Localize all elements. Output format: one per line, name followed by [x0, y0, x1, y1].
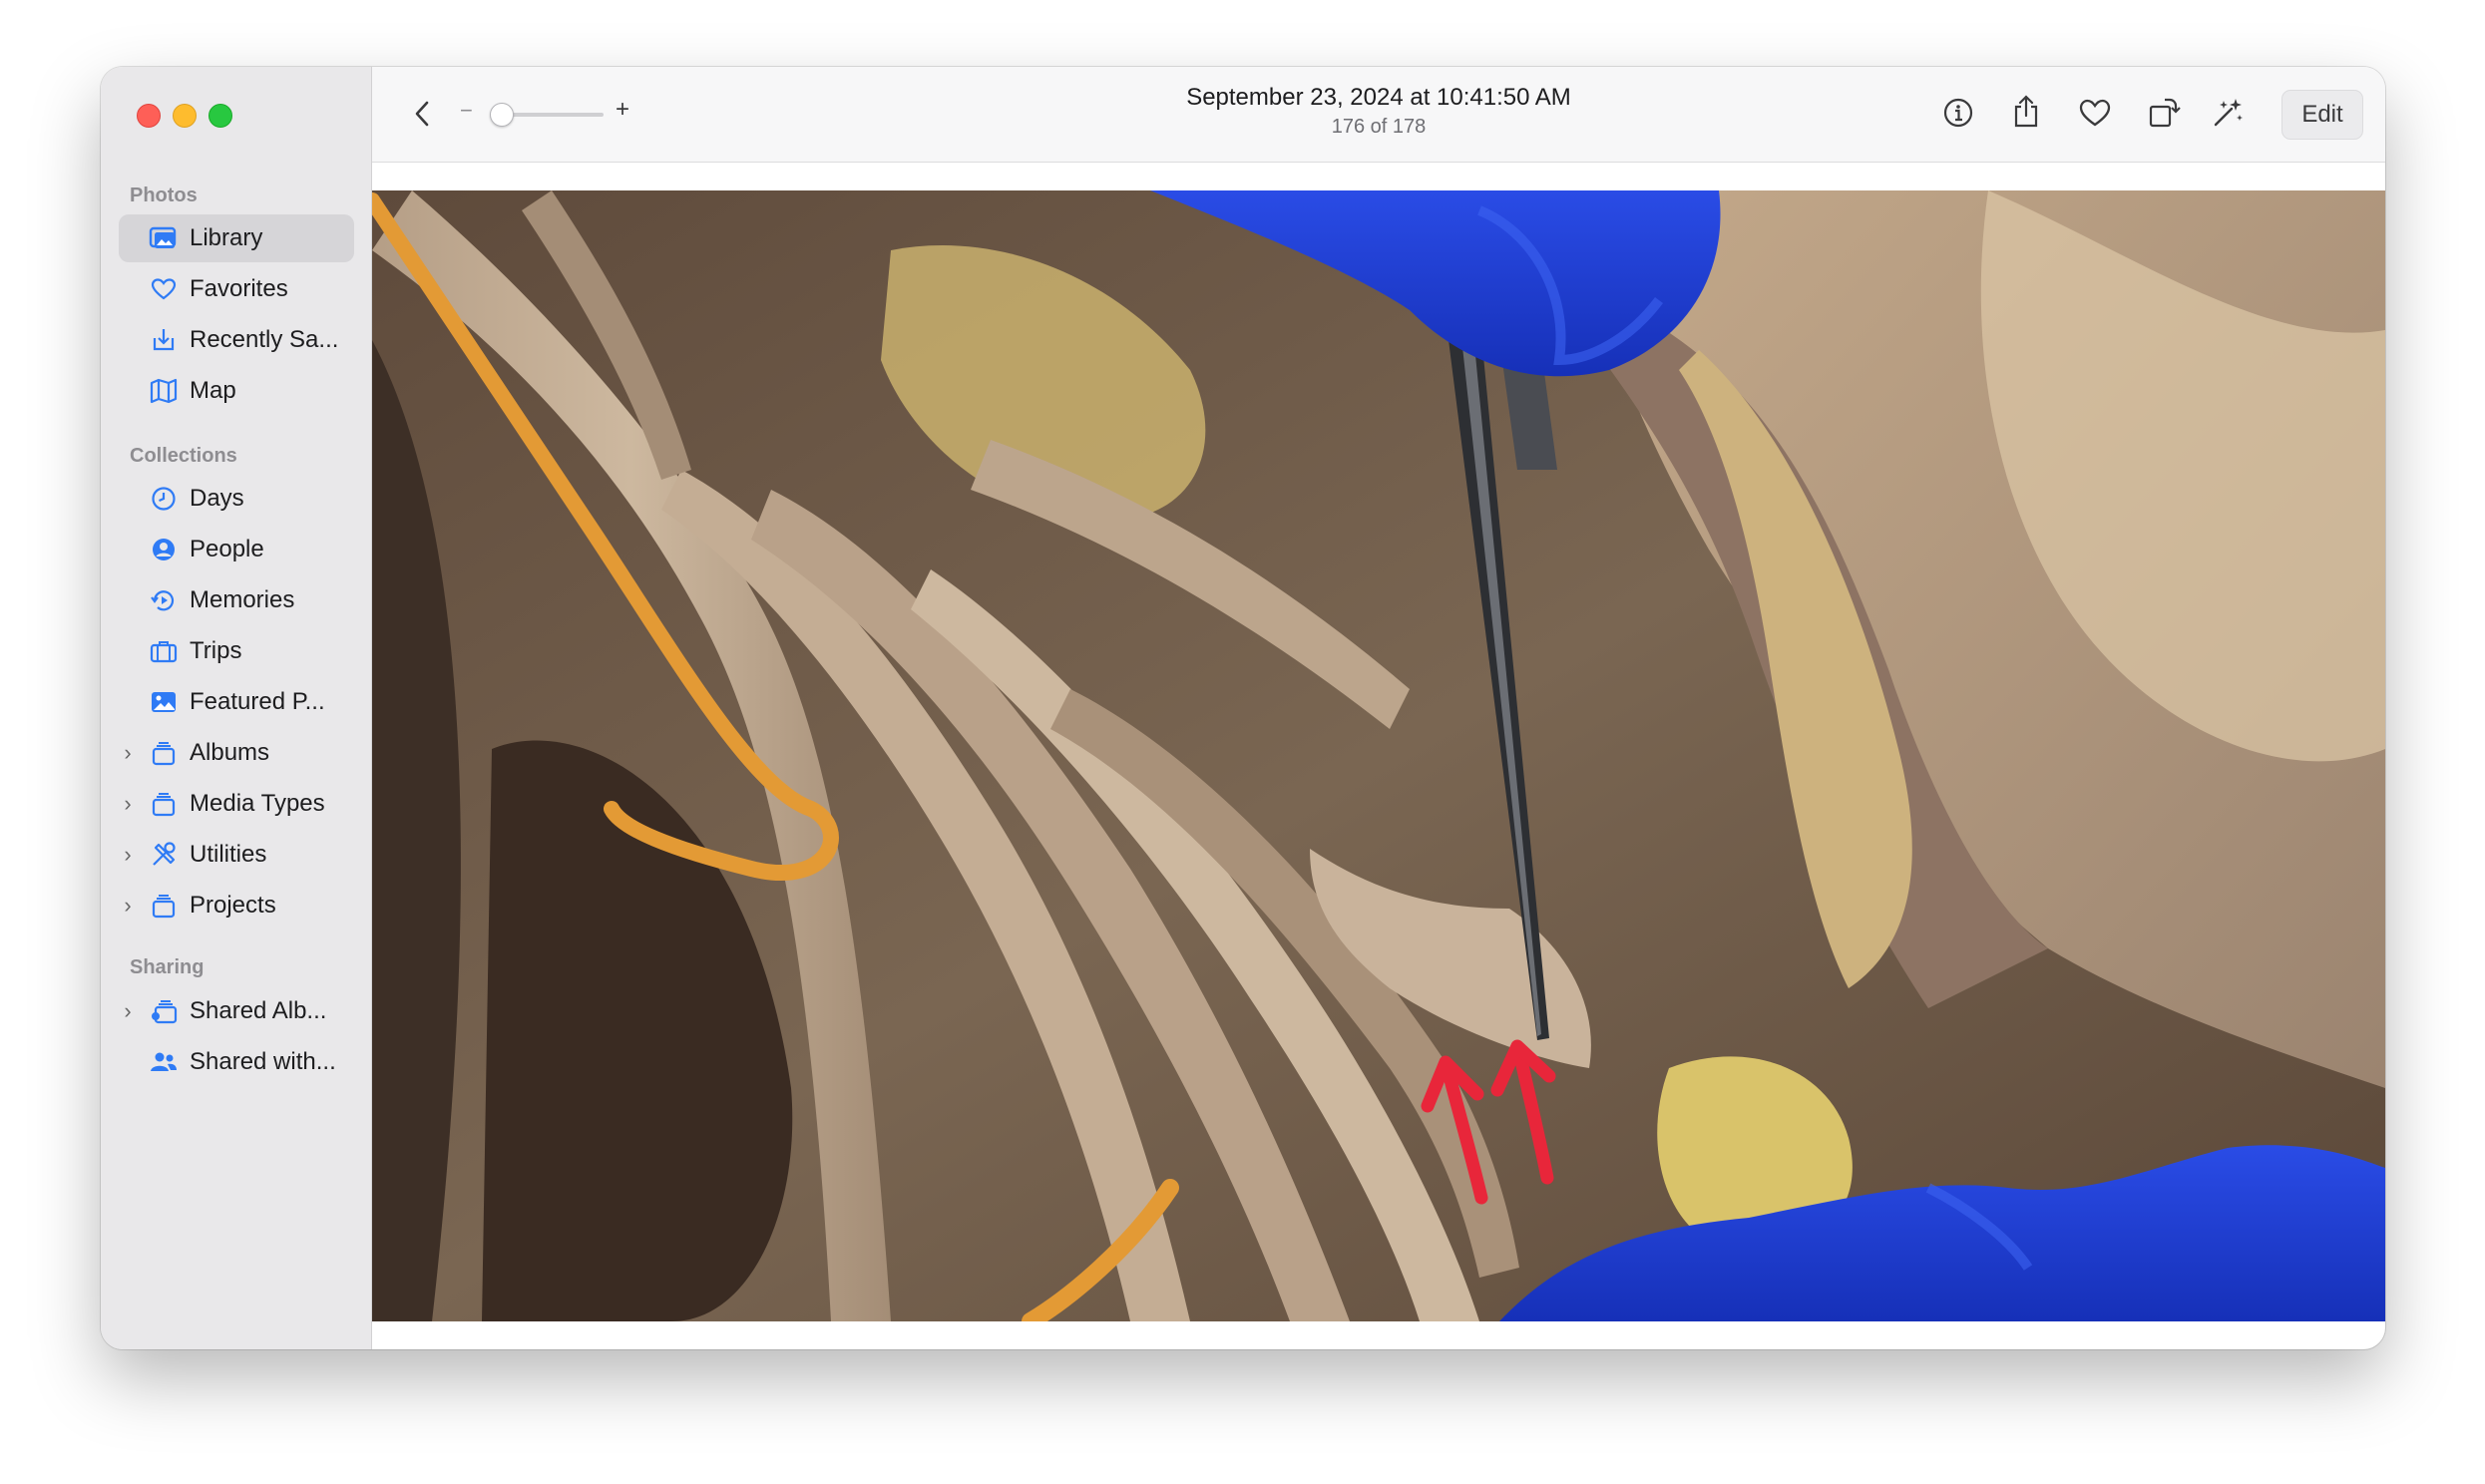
shared-album-icon	[149, 996, 179, 1026]
album-stack-icon	[149, 738, 179, 768]
magic-wand-icon	[2212, 95, 2246, 134]
memories-icon	[149, 585, 179, 615]
sidebar-item-days[interactable]: Days	[119, 475, 354, 523]
tools-icon	[149, 840, 179, 870]
sidebar-item-shared-with-you[interactable]: Shared with...	[119, 1038, 354, 1086]
featured-photo-icon	[149, 687, 179, 717]
photo-viewer[interactable]	[372, 190, 2385, 1321]
share-button[interactable]	[2005, 92, 2047, 136]
edit-button[interactable]: Edit	[2281, 90, 2363, 140]
sidebar-item-people[interactable]: People	[119, 526, 354, 573]
heart-icon	[149, 274, 179, 304]
sidebar-item-trips[interactable]: Trips	[119, 627, 354, 675]
sidebar-item-label: Trips	[190, 637, 242, 664]
section-header-photos: Photos	[130, 185, 198, 206]
share-icon	[2011, 94, 2041, 135]
sidebar-item-map[interactable]: Map	[119, 367, 354, 415]
sidebar-item-label: Days	[190, 485, 244, 512]
sidebar-item-featured-photos[interactable]: Featured P...	[119, 678, 354, 726]
sidebar-item-label: People	[190, 536, 264, 562]
auto-enhance-button[interactable]	[2207, 92, 2251, 136]
sidebar-item-label: Shared with...	[190, 1048, 336, 1075]
heart-icon	[2078, 98, 2112, 133]
sidebar-item-memories[interactable]: Memories	[119, 576, 354, 624]
sidebar-item-label: Projects	[190, 892, 276, 919]
maximize-window-button[interactable]	[208, 104, 232, 128]
close-window-button[interactable]	[137, 104, 161, 128]
sidebar-item-media-types[interactable]: › Media Types	[119, 780, 354, 828]
sidebar-item-utilities[interactable]: › Utilities	[119, 831, 354, 879]
chevron-right-icon[interactable]: ›	[119, 893, 137, 919]
sidebar: Photos Library Favorites Recently Sa... …	[101, 67, 372, 1349]
sidebar-item-library[interactable]: Library	[119, 214, 354, 262]
album-stack-icon	[149, 891, 179, 921]
favorite-button[interactable]	[2074, 95, 2116, 135]
rotate-icon	[2147, 95, 2181, 134]
sidebar-item-label: Favorites	[190, 275, 288, 302]
sidebar-item-label: Media Types	[190, 790, 325, 817]
info-button[interactable]	[1937, 94, 1979, 136]
sidebar-item-label: Utilities	[190, 841, 267, 868]
photo-library-icon	[149, 223, 179, 253]
section-header-collections: Collections	[130, 445, 237, 467]
minimize-window-button[interactable]	[173, 104, 197, 128]
chevron-right-icon[interactable]: ›	[119, 998, 137, 1024]
person-circle-icon	[149, 535, 179, 564]
sidebar-item-label: Map	[190, 377, 236, 404]
tray-download-icon	[149, 325, 179, 355]
album-stack-icon	[149, 789, 179, 819]
chevron-right-icon[interactable]: ›	[119, 842, 137, 868]
info-icon	[1942, 97, 1974, 134]
sidebar-item-label: Albums	[190, 739, 270, 766]
rotate-button[interactable]	[2143, 92, 2185, 136]
sidebar-item-recently-saved[interactable]: Recently Sa...	[119, 316, 354, 364]
sidebar-item-label: Shared Alb...	[190, 997, 327, 1024]
sidebar-item-albums[interactable]: › Albums	[119, 729, 354, 777]
sidebar-item-label: Library	[190, 224, 263, 251]
sidebar-item-shared-albums[interactable]: › Shared Alb...	[119, 987, 354, 1035]
photos-window: Photos Library Favorites Recently Sa... …	[101, 67, 2385, 1349]
map-icon	[149, 376, 179, 406]
people-icon	[149, 1047, 179, 1077]
sidebar-item-label: Featured P...	[190, 688, 325, 715]
sidebar-item-label: Recently Sa...	[190, 326, 339, 353]
chevron-right-icon[interactable]: ›	[119, 791, 137, 817]
sidebar-item-label: Memories	[190, 586, 295, 613]
toolbar: − + September 23, 2024 at 10:41:50 AM 17…	[372, 67, 2385, 163]
suitcase-icon	[149, 636, 179, 666]
section-header-sharing: Sharing	[130, 956, 205, 978]
chevron-right-icon[interactable]: ›	[119, 740, 137, 766]
dissection-photo	[372, 190, 2385, 1321]
sidebar-item-favorites[interactable]: Favorites	[119, 265, 354, 313]
sidebar-item-projects[interactable]: › Projects	[119, 882, 354, 929]
clock-icon	[149, 484, 179, 514]
